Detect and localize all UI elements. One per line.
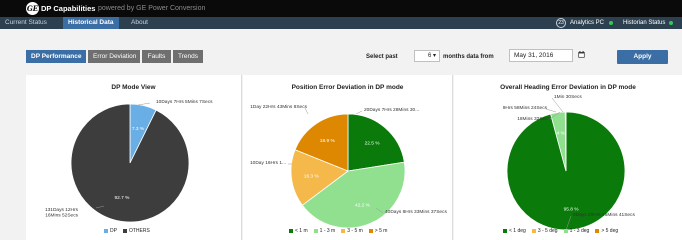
legend-swatch-icon <box>595 228 600 233</box>
historian-status-dot-icon <box>669 21 673 25</box>
legend-item[interactable]: DP <box>104 228 117 234</box>
slice-annotation: 18Mins 32Secs <box>517 116 550 122</box>
slice-annotation: 1Day 22Hrs 43Mins 8Secs <box>250 104 307 110</box>
annotation-leader-line <box>545 108 557 113</box>
annotation-leader-line <box>551 97 564 113</box>
chart-area: DP Mode View Position Error Deviation in… <box>0 72 682 240</box>
tab-about[interactable]: About <box>126 17 153 29</box>
slice-data-label: 92.7 % <box>114 195 130 201</box>
legend-swatch-icon <box>104 228 108 233</box>
legend-swatch-icon <box>313 228 318 233</box>
apply-button[interactable]: Apply <box>617 50 668 64</box>
legend-label: 3 - 5 deg <box>537 228 558 234</box>
pie-group-1: 22.5 % 42.2 % 16.3 % 18.9 % 20Days 7Hrs 28Mi… <box>250 104 447 229</box>
app-root: { "header": { "logo_text": "GE", "title"… <box>0 0 682 240</box>
months-label: months data from <box>443 54 494 60</box>
legend-label: OTHERS <box>128 228 150 234</box>
legend-swatch-icon <box>368 228 373 233</box>
date-input[interactable]: May 31, 2016 <box>509 49 573 62</box>
legend-label: 1 - 3 m <box>319 228 336 234</box>
historian-status: Historian Status <box>623 20 666 26</box>
legend-label: DP <box>110 228 117 234</box>
legend-heading-error: < 1 deg 3 - 5 deg 1 - 3 deg > 5 deg <box>503 228 624 234</box>
legend-item[interactable]: OTHERS <box>122 228 150 234</box>
slice-annotation: 131Days 12Hrs 16Mins 52Secs <box>45 207 79 219</box>
slice-data-label: 16.3 % <box>304 173 320 179</box>
legend-item[interactable]: 3 - 5 m <box>341 228 363 234</box>
slice-data-label: 4 % <box>557 131 566 137</box>
months-select[interactable]: 6 ▾ <box>414 50 440 62</box>
ge-logo-icon: GE <box>26 2 39 15</box>
slice-annotation: 1Min 30Secs <box>554 94 582 100</box>
subtab-faults[interactable]: Faults <box>142 50 171 63</box>
top-header: GE DP Capabilities powered by GE Power C… <box>0 0 682 17</box>
main-nav: Current Status Historical Data About 23 … <box>0 17 682 29</box>
subtab-error-deviation[interactable]: Error Deviation <box>88 50 140 63</box>
annotation-leader-line <box>355 110 363 115</box>
annotation-leader-line <box>137 102 151 106</box>
slice-annotation: 40Days 8Hrs 33Mins 37Secs <box>385 209 447 215</box>
slice-annotation: 10Days 7Hrs 5Mins 7Secs <box>156 99 213 105</box>
select-past-label: Select past <box>366 54 398 60</box>
legend-item[interactable]: < 1 m <box>289 228 308 234</box>
legend-swatch-icon <box>503 228 507 233</box>
slice-data-label: 42.2 % <box>355 203 371 209</box>
months-select-value: 6 <box>427 53 432 59</box>
legend-item[interactable]: 1 - 3 m <box>313 228 336 234</box>
pie-chart-dp-mode: 7.3 % 92.7 % 10Days 7Hrs 5Mins 7Secs 131Day… <box>45 94 635 231</box>
slice-data-label: 95.8 % <box>564 207 580 213</box>
legend-item[interactable]: 1 - 3 deg <box>563 228 590 234</box>
toolbar: DP Performance Error Deviation Faults Tr… <box>0 29 682 72</box>
legend-swatch-icon <box>122 228 127 233</box>
legend-item[interactable]: < 1 deg <box>503 228 526 234</box>
slice-data-label: 22.5 % <box>365 140 381 146</box>
legend-label: > 5 m <box>374 228 388 234</box>
slice-annotation: 20Days 7Hrs 28Mins 30... <box>364 107 419 113</box>
app-title: DP Capabilities <box>41 4 96 13</box>
tab-historical-data[interactable]: Historical Data <box>63 17 119 29</box>
slice-annotation: 9Hrs 58Mins 24Secs <box>503 105 548 111</box>
slice-data-label: 7.3 % <box>132 126 145 132</box>
subtab-dp-performance[interactable]: DP Performance <box>26 50 86 63</box>
legend-position-error: < 1 m 1 - 3 m 3 - 5 m > 5 m <box>289 228 393 234</box>
legend-item[interactable]: > 5 deg <box>595 228 618 234</box>
app-subtitle: powered by GE Power Conversion <box>98 5 206 12</box>
legend-swatch-icon <box>341 228 346 233</box>
legend-label: < 1 deg <box>509 228 526 234</box>
notification-count-badge[interactable]: 23 <box>556 18 566 28</box>
legend-dp-mode: DP OTHERS <box>104 228 156 234</box>
legend-item[interactable]: > 5 m <box>368 228 388 234</box>
pie-group-2: 95.8 % 4 % 9Days 20Hrs 46Mins 41Secs 9Hrs 5… <box>503 94 635 231</box>
legend-swatch-icon <box>563 228 568 233</box>
calendar-icon[interactable] <box>578 51 585 58</box>
slice-annotation: 9Days 20Hrs 46Mins 41Secs <box>573 212 635 218</box>
pie-slice[interactable] <box>70 103 190 223</box>
analytics-pc-status-dot-icon <box>609 21 613 25</box>
slice-data-label: 18.9 % <box>320 138 336 144</box>
legend-label: 1 - 3 deg <box>569 228 590 234</box>
tab-current-status[interactable]: Current Status <box>0 17 52 29</box>
pie-group-0: 7.3 % 92.7 % 10Days 7Hrs 5Mins 7Secs 131Day… <box>45 99 213 223</box>
chevron-down-icon: ▾ <box>432 53 436 59</box>
legend-swatch-icon <box>531 228 536 233</box>
legend-label: > 5 deg <box>601 228 619 234</box>
legend-label: < 1 m <box>295 228 308 234</box>
subtab-trends[interactable]: Trends <box>173 50 203 63</box>
legend-label: 3 - 5 m <box>347 228 363 234</box>
slice-annotation: 10Day 16Hrs 1... <box>250 160 286 166</box>
analytics-pc-status: Analytics PC <box>570 20 605 26</box>
legend-item[interactable]: 3 - 5 deg <box>531 228 558 234</box>
legend-swatch-icon <box>289 228 293 233</box>
